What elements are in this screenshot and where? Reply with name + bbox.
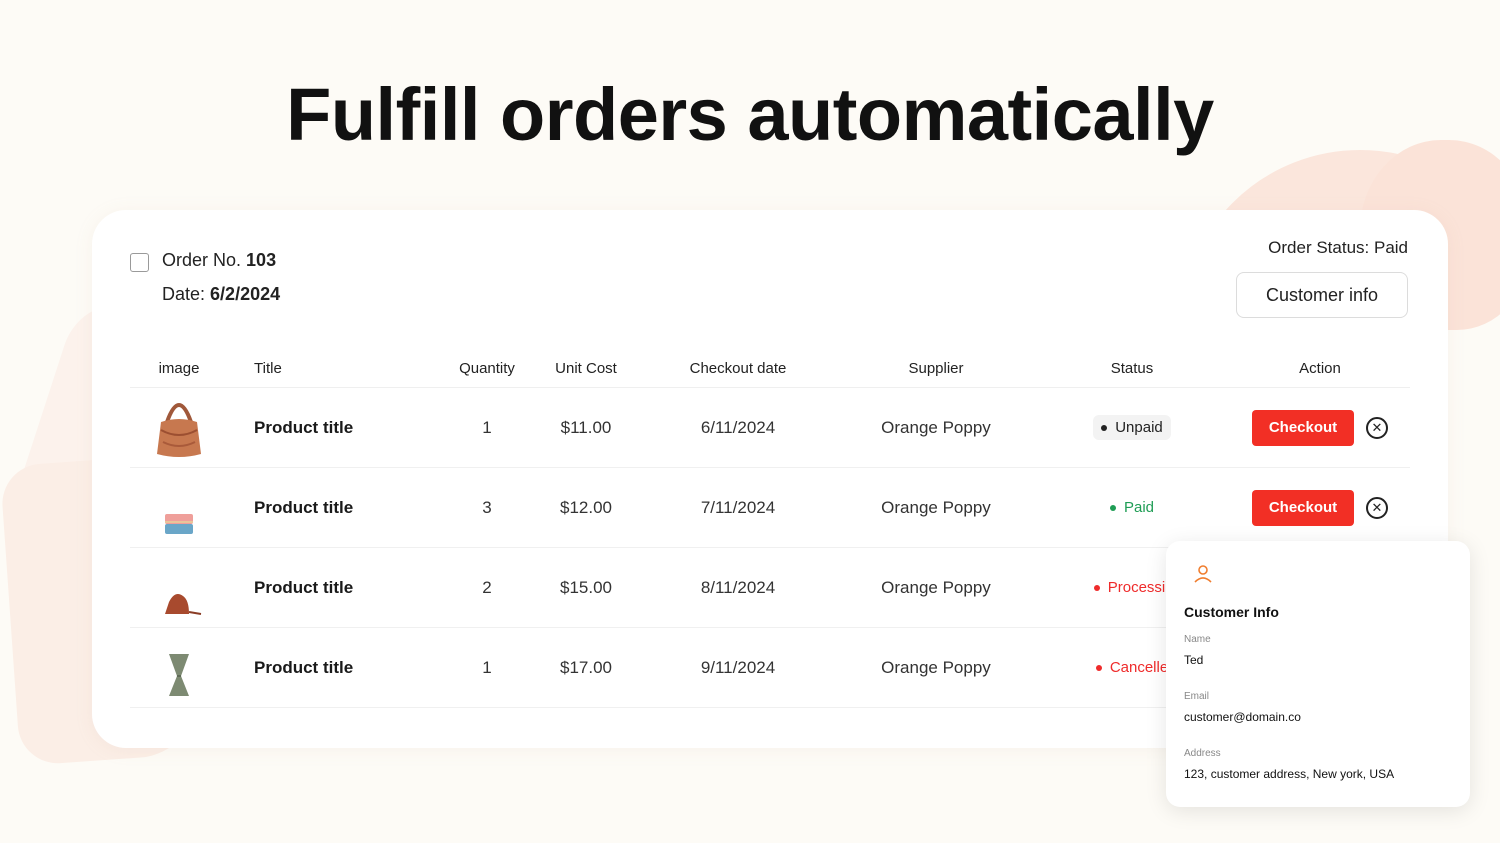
quantity: 1 (440, 388, 534, 468)
status-dot-icon (1109, 504, 1116, 511)
quantity: 2 (440, 548, 534, 628)
quantity: 1 (440, 628, 534, 708)
customer-info-button[interactable]: Customer info (1236, 272, 1408, 318)
order-date-label: Date: (162, 284, 206, 304)
unit-cost: $17.00 (534, 628, 638, 708)
column-header-action: Action (1230, 350, 1410, 388)
action-cell: Checkout ✕ (1230, 388, 1410, 468)
supplier: Orange Poppy (838, 548, 1034, 628)
unit-cost: $11.00 (534, 388, 638, 468)
checkout-date: 6/11/2024 (638, 388, 838, 468)
column-header-quantity: Quantity (440, 350, 534, 388)
product-image-bag (165, 593, 202, 615)
customer-info-popup: Customer Info Name Ted Email customer@do… (1166, 541, 1470, 807)
table-row: Product title 3 $12.00 7/11/2024 Orange … (130, 468, 1410, 548)
status-badge: Cancelle (1088, 655, 1176, 680)
product-title[interactable]: Product title (228, 388, 440, 468)
product-image-cell (130, 628, 228, 708)
status-label: Unpaid (1115, 419, 1163, 436)
status-label: Paid (1123, 499, 1155, 516)
product-image-cell (130, 548, 228, 628)
customer-name: Ted (1184, 653, 1204, 667)
product-image-cell (130, 468, 228, 548)
order-status: Order Status: Paid (1268, 238, 1408, 257)
order-number-value: 103 (246, 250, 277, 270)
table-row: Product title 1 $11.00 6/11/2024 Orange … (130, 388, 1410, 468)
column-header-status: Status (1034, 350, 1230, 388)
unit-cost: $15.00 (534, 548, 638, 628)
column-header-unit-cost: Unit Cost (534, 350, 638, 388)
email-label: Email (1184, 691, 1210, 702)
product-image-vase (169, 653, 189, 696)
customer-address: 123, customer address, New york, USA (1184, 767, 1395, 781)
status-dot-icon (1101, 424, 1108, 431)
status-dot-icon (1095, 664, 1102, 671)
product-title[interactable]: Product title (228, 548, 440, 628)
order-number-label: Order No. (162, 250, 242, 270)
checkout-date: 7/11/2024 (638, 468, 838, 548)
column-header-title: Title (228, 350, 440, 388)
quantity: 3 (440, 468, 534, 548)
customer-email: customer@domain.co (1184, 710, 1301, 724)
close-circle-icon[interactable]: ✕ (1366, 416, 1388, 439)
status-label: Processir (1107, 579, 1171, 596)
product-image-pouch (165, 513, 193, 534)
user-icon (1194, 565, 1212, 583)
unit-cost: $12.00 (534, 468, 638, 548)
product-image-handbag (157, 402, 201, 457)
status-label: Cancelle (1109, 659, 1169, 676)
table-header-row: image Title Quantity Unit Cost Checkout … (130, 350, 1410, 388)
page-headline: Fulfill orders automatically (286, 73, 1214, 156)
order-date-value: 6/2/2024 (210, 284, 281, 304)
address-label: Address (1184, 748, 1221, 759)
supplier: Orange Poppy (838, 388, 1034, 468)
name-label: Name (1184, 634, 1211, 645)
status-badge: Unpaid (1093, 415, 1171, 440)
order-number: Order No. 103 (162, 250, 276, 271)
status-cell: Unpaid (1034, 388, 1230, 468)
status-dot-icon (1093, 584, 1100, 591)
order-select-checkbox[interactable] (130, 253, 149, 272)
column-header-checkout-date: Checkout date (638, 350, 838, 388)
status-badge: Paid (1102, 495, 1162, 520)
order-date: Date: 6/2/2024 (162, 284, 280, 305)
column-header-supplier: Supplier (838, 350, 1034, 388)
column-header-image: image (130, 350, 228, 388)
product-title[interactable]: Product title (228, 468, 440, 548)
supplier: Orange Poppy (838, 468, 1034, 548)
product-image-cell (130, 388, 228, 468)
checkout-button[interactable]: Checkout (1252, 409, 1354, 446)
action-cell: Checkout ✕ (1230, 468, 1410, 548)
supplier: Orange Poppy (838, 628, 1034, 708)
checkout-date: 9/11/2024 (638, 628, 838, 708)
status-cell: Paid (1034, 468, 1230, 548)
status-badge: Processir (1086, 575, 1179, 600)
close-circle-icon[interactable]: ✕ (1366, 496, 1388, 519)
product-title[interactable]: Product title (228, 628, 440, 708)
customer-info-title: Customer Info (1184, 604, 1279, 620)
checkout-date: 8/11/2024 (638, 548, 838, 628)
checkout-button[interactable]: Checkout (1252, 489, 1354, 526)
